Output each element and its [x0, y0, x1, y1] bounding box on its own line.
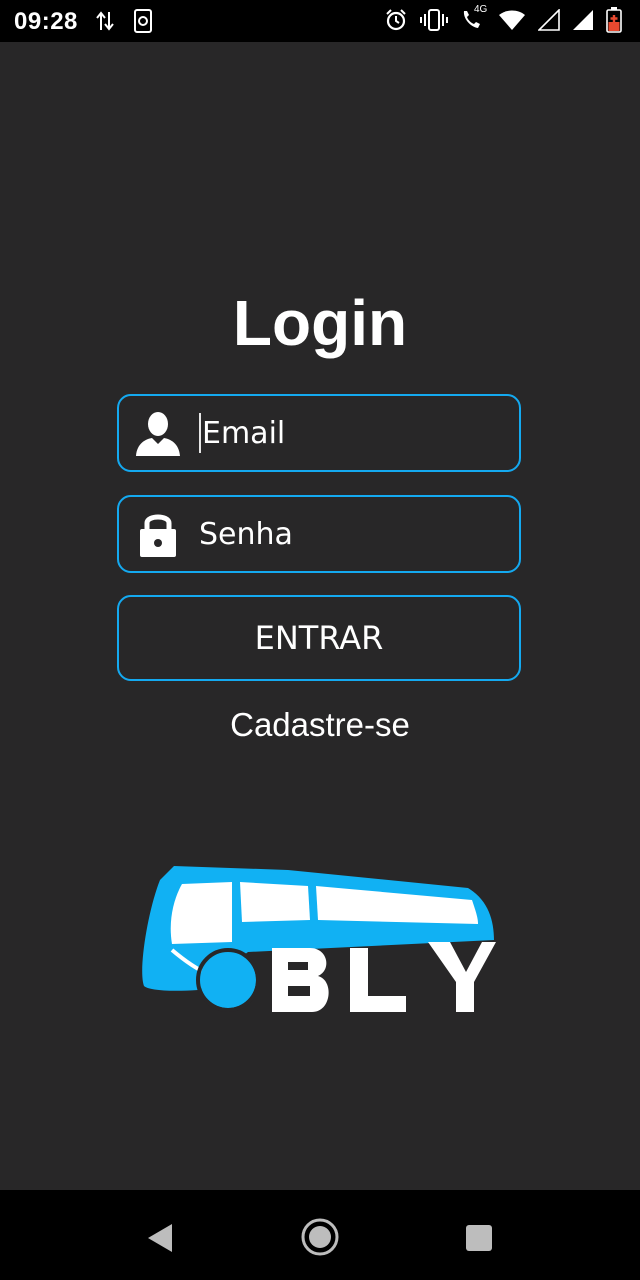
wifi-call-icon: 4G — [460, 4, 487, 37]
password-placeholder: Senha — [199, 516, 293, 552]
lock-icon — [133, 509, 183, 559]
text-cursor — [199, 413, 201, 453]
alarm-icon — [384, 8, 408, 37]
data-transfer-icon — [96, 10, 114, 37]
status-time: 09:28 — [14, 8, 78, 35]
signal-full-icon — [572, 9, 594, 36]
page-title: Login — [232, 287, 408, 359]
recents-icon[interactable] — [465, 1224, 493, 1257]
signal-empty-icon — [537, 8, 560, 36]
password-field[interactable]: Senha — [117, 495, 521, 573]
screen-rotate-icon — [132, 8, 154, 39]
back-icon[interactable] — [146, 1222, 174, 1259]
bly-logo: BLY — [138, 860, 502, 1020]
home-icon[interactable] — [300, 1217, 340, 1262]
logo-wordmark: BLY — [502, 860, 503, 861]
login-button[interactable]: ENTRAR — [117, 595, 521, 681]
network-type-label: 4G — [474, 4, 488, 15]
email-field[interactable]: Email — [117, 394, 521, 472]
vibrate-icon — [420, 8, 448, 37]
user-icon — [133, 408, 183, 458]
battery-low-icon — [606, 7, 622, 38]
status-bar: 09:28 4G — [0, 0, 640, 42]
register-link[interactable]: Cadastre-se — [0, 706, 640, 744]
wifi-icon — [498, 9, 526, 36]
email-placeholder: Email — [202, 415, 286, 451]
